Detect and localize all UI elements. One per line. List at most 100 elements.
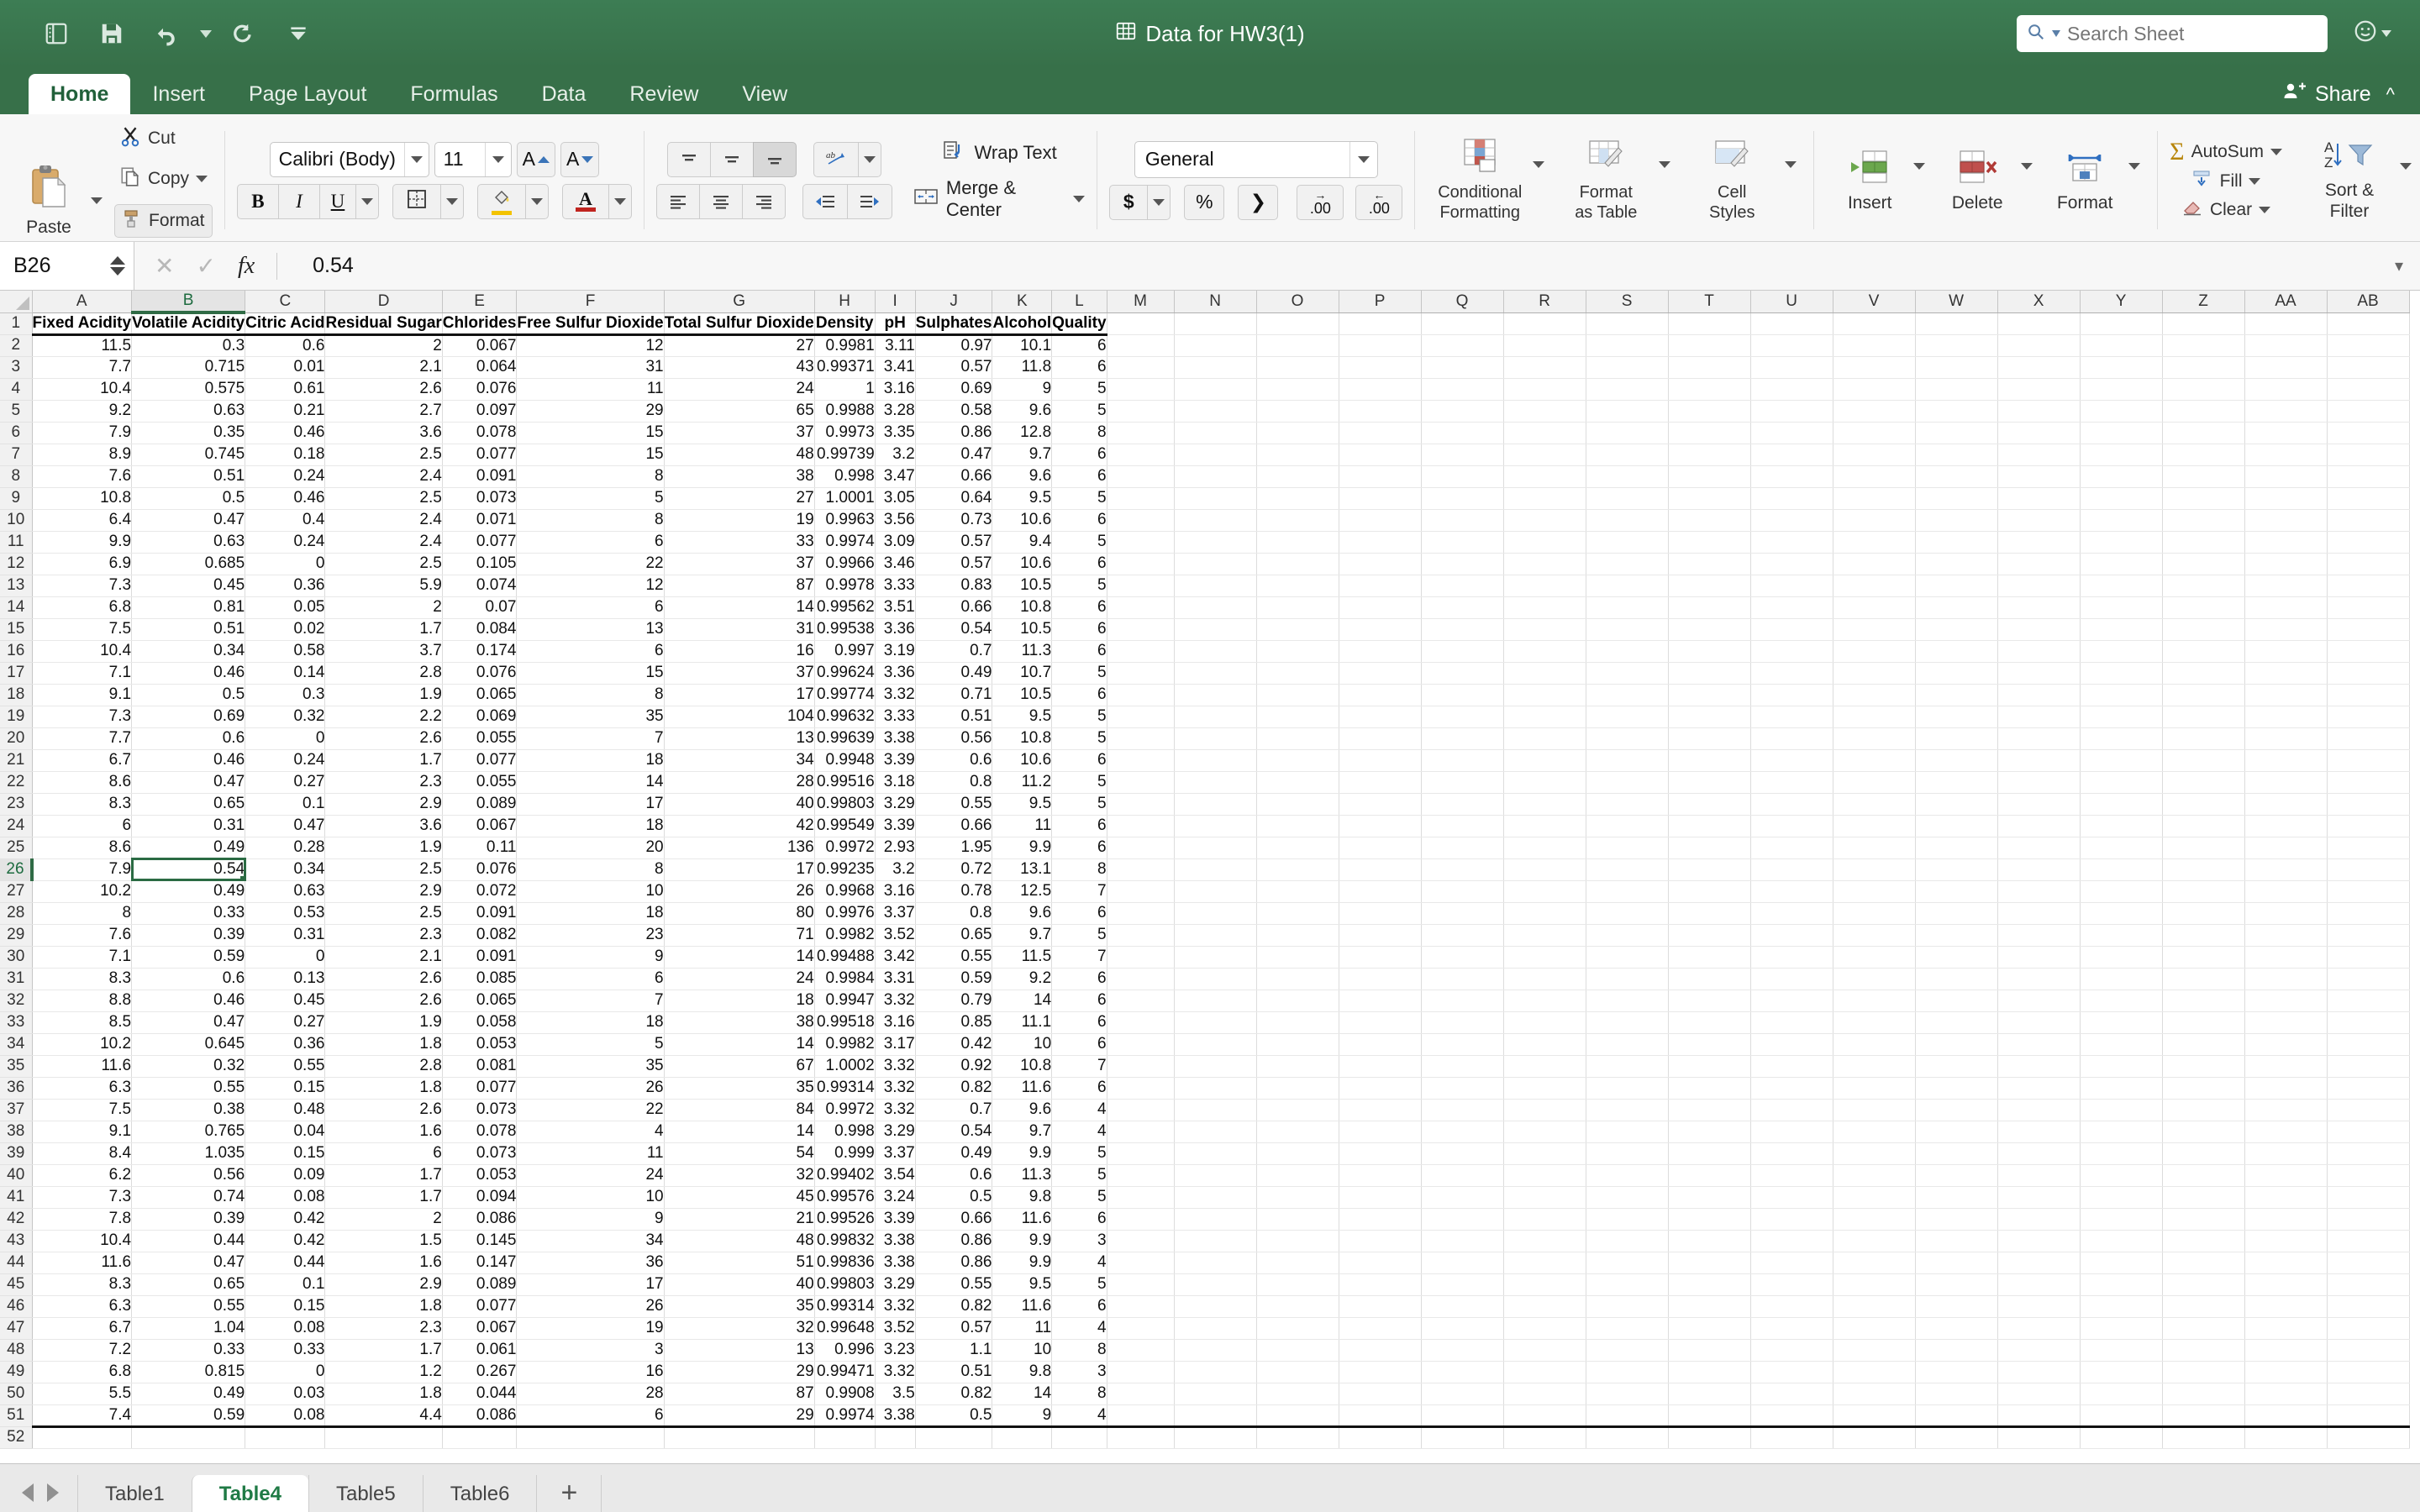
empty-cell[interactable] <box>1421 575 1504 597</box>
data-cell[interactable]: 0.078 <box>442 422 518 444</box>
data-cell[interactable]: 9.5 <box>992 706 1053 728</box>
data-cell[interactable]: 16 <box>516 1361 665 1383</box>
data-cell[interactable]: 3.17 <box>875 1033 916 1056</box>
empty-cell[interactable] <box>1833 575 1916 597</box>
empty-cell[interactable] <box>1750 1121 1833 1143</box>
empty-cell[interactable] <box>1915 618 1998 641</box>
data-cell[interactable]: 5.9 <box>324 575 443 597</box>
empty-cell[interactable] <box>2244 1361 2328 1383</box>
empty-cell[interactable] <box>2080 990 2163 1012</box>
data-cell[interactable]: 3.32 <box>875 684 916 706</box>
empty-cell[interactable] <box>1586 1361 1669 1383</box>
empty-cell[interactable] <box>2327 1361 2410 1383</box>
comma-format-button[interactable]: ❯ <box>1238 184 1279 220</box>
empty-cell[interactable] <box>1668 1099 1751 1121</box>
empty-cell[interactable] <box>1174 1339 1257 1362</box>
empty-cell[interactable] <box>1503 334 1586 357</box>
data-cell[interactable]: 5 <box>1051 1164 1107 1187</box>
data-cell[interactable]: 3.16 <box>875 880 916 903</box>
data-cell[interactable]: 6 <box>1051 749 1107 772</box>
data-cell[interactable]: 9.8 <box>992 1186 1053 1209</box>
row-header-48[interactable]: 48 <box>0 1339 33 1362</box>
empty-cell[interactable] <box>1256 1383 1339 1405</box>
empty-cell[interactable] <box>1174 1273 1257 1296</box>
data-cell[interactable]: 9.6 <box>992 465 1053 488</box>
empty-cell[interactable] <box>1339 1011 1422 1034</box>
data-cell[interactable]: 0.084 <box>442 618 518 641</box>
empty-cell[interactable] <box>1256 1339 1339 1362</box>
empty-cell[interactable] <box>1339 684 1422 706</box>
empty-cell[interactable] <box>2080 749 2163 772</box>
empty-cell[interactable] <box>1915 1208 1998 1231</box>
empty-cell[interactable] <box>1997 531 2081 554</box>
column-header-f[interactable]: F <box>516 291 665 313</box>
search-input[interactable] <box>2067 22 2317 45</box>
empty-cell[interactable] <box>1915 596 1998 619</box>
column-header-q[interactable]: Q <box>1421 291 1504 313</box>
data-cell[interactable]: 2.4 <box>324 531 443 554</box>
format-cells-button[interactable]: Format <box>2041 148 2128 213</box>
empty-cell[interactable] <box>1339 1273 1422 1296</box>
empty-cell[interactable] <box>2162 334 2245 357</box>
fill-color-button[interactable] <box>476 183 526 219</box>
data-cell[interactable]: 3.2 <box>875 444 916 466</box>
empty-cell[interactable] <box>1833 1361 1916 1383</box>
data-cell[interactable]: 17 <box>516 1273 665 1296</box>
empty-cell[interactable] <box>1915 1273 1998 1296</box>
empty-cell[interactable] <box>1339 1055 1422 1078</box>
data-cell[interactable]: 0.9978 <box>814 575 876 597</box>
data-cell[interactable]: 0.57 <box>915 1317 993 1340</box>
decrease-decimal-button[interactable]: ← .00 <box>1355 184 1403 220</box>
empty-cell[interactable] <box>1915 1099 1998 1121</box>
empty-cell[interactable] <box>1503 968 1586 990</box>
data-cell[interactable]: 0.49 <box>915 662 993 685</box>
empty-cell[interactable] <box>1668 596 1751 619</box>
empty-cell[interactable] <box>1586 1404 1669 1428</box>
data-cell[interactable]: 34 <box>516 1230 665 1252</box>
empty-cell[interactable] <box>2080 771 2163 794</box>
number-format-combo[interactable]: General <box>1134 140 1378 178</box>
empty-cell[interactable] <box>1339 1230 1422 1252</box>
data-cell[interactable]: 1.5 <box>324 1230 443 1252</box>
empty-cell[interactable] <box>1586 749 1669 772</box>
empty-cell[interactable] <box>1997 334 2081 357</box>
data-cell[interactable]: 0.053 <box>442 1164 518 1187</box>
empty-cell[interactable] <box>2327 487 2410 510</box>
data-cell[interactable]: 0.46 <box>131 662 246 685</box>
empty-cell[interactable] <box>1256 618 1339 641</box>
data-cell[interactable]: 0.9981 <box>814 334 876 357</box>
empty-cell[interactable] <box>1915 924 1998 947</box>
empty-cell[interactable] <box>1586 1252 1669 1274</box>
data-cell[interactable]: 0.145 <box>442 1230 518 1252</box>
data-cell[interactable]: 10.5 <box>992 618 1053 641</box>
empty-cell[interactable] <box>1586 400 1669 423</box>
empty-cell[interactable] <box>1668 400 1751 423</box>
data-cell[interactable]: 0.55 <box>245 1055 326 1078</box>
empty-cell[interactable] <box>1256 1142 1339 1165</box>
data-cell[interactable]: 0.067 <box>442 334 518 357</box>
empty-cell[interactable] <box>2162 946 2245 969</box>
empty-cell[interactable] <box>1421 1164 1504 1187</box>
empty-cell[interactable] <box>1915 880 1998 903</box>
empty-cell[interactable] <box>2244 968 2328 990</box>
fx-icon[interactable]: fx <box>238 253 255 280</box>
empty-cell[interactable] <box>1750 1295 1833 1318</box>
empty-cell[interactable] <box>1668 946 1751 969</box>
data-cell[interactable]: 0.997 <box>814 640 876 663</box>
tab-review[interactable]: Review <box>608 74 720 114</box>
data-cell[interactable]: 4 <box>1051 1099 1107 1121</box>
empty-cell[interactable] <box>2244 1317 2328 1340</box>
row-header-9[interactable]: 9 <box>0 487 33 510</box>
empty-cell[interactable] <box>1915 1383 1998 1405</box>
data-cell[interactable]: 0.86 <box>915 1230 993 1252</box>
empty-cell[interactable] <box>1421 400 1504 423</box>
data-cell[interactable]: 87 <box>664 575 815 597</box>
empty-cell[interactable] <box>2327 575 2410 597</box>
empty-cell[interactable] <box>1421 1383 1504 1405</box>
row-header-16[interactable]: 16 <box>0 640 33 663</box>
empty-cell[interactable] <box>1503 400 1586 423</box>
data-cell[interactable]: 14 <box>664 1121 815 1143</box>
empty-cell[interactable] <box>1174 880 1257 903</box>
empty-cell[interactable] <box>1586 1383 1669 1405</box>
data-cell[interactable]: 6 <box>32 815 133 837</box>
